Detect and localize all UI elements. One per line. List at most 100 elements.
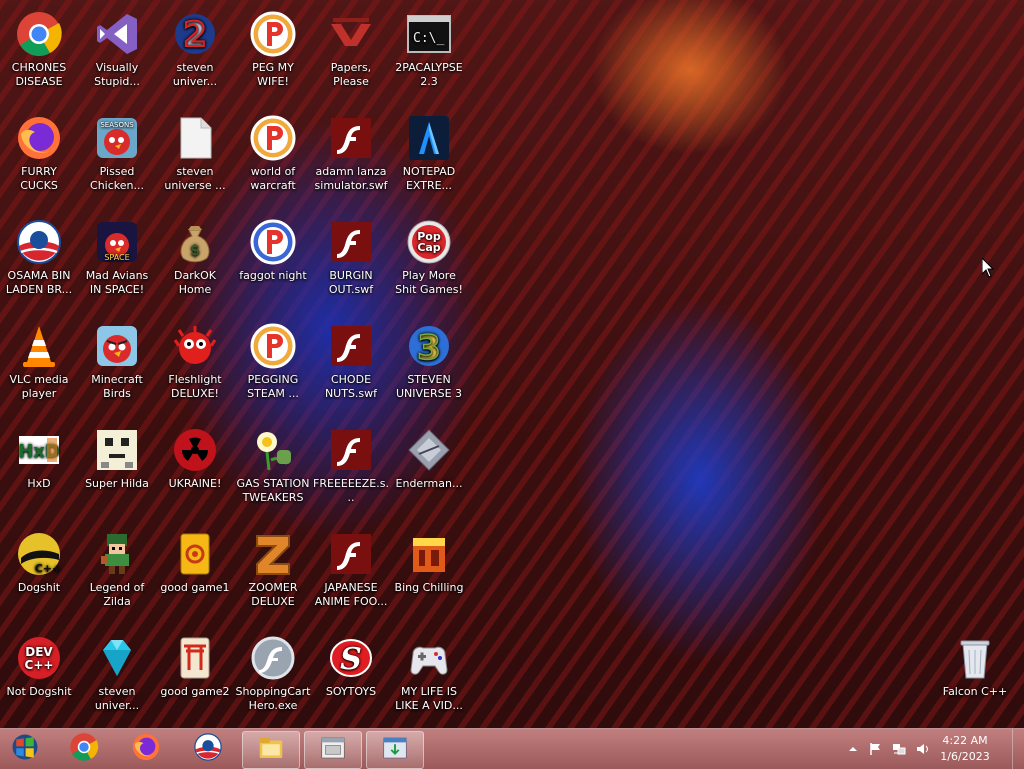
desktop-icon-19[interactable]: VLC media player bbox=[0, 312, 78, 416]
desktop-icon-15[interactable]: $ DarkOK Home bbox=[156, 208, 234, 312]
desktop-icon-label: steven univer... bbox=[172, 61, 218, 88]
money-bag-icon: $ bbox=[171, 218, 219, 266]
desktop-icon-30[interactable]: Enderman... bbox=[390, 416, 468, 520]
desktop-icon-16[interactable]: faggot night bbox=[234, 208, 312, 312]
taskbar-button-5[interactable] bbox=[304, 731, 362, 769]
show-desktop-button[interactable] bbox=[1012, 729, 1024, 769]
desktop[interactable]: CHRONES DISEASE Visually Stupid... 2 steven… bbox=[0, 0, 1024, 728]
desktop-icon-label: Enderman... bbox=[395, 477, 463, 490]
clock-date: 1/6/2023 bbox=[940, 750, 990, 763]
desktop-icon-5[interactable]: Papers, Please bbox=[312, 0, 390, 104]
desktop-icon-label: Minecraft Birds bbox=[91, 373, 143, 400]
popcap-icon: Pop Cap bbox=[405, 218, 453, 266]
desktop-icon-label: CHRONES DISEASE bbox=[11, 61, 67, 88]
desktop-icon-36[interactable]: Bing Chilling bbox=[390, 520, 468, 624]
desktop-icon-31[interactable]: C++ Dogshit bbox=[0, 520, 78, 624]
peggle-nights-icon bbox=[249, 218, 297, 266]
angry-bird-icon bbox=[93, 322, 141, 370]
show-hidden-icons-icon[interactable] bbox=[844, 729, 862, 769]
desktop-icon-8[interactable]: SEASONS Pissed Chicken... bbox=[78, 104, 156, 208]
firefox-icon bbox=[15, 114, 63, 162]
desktop-icon-3[interactable]: 2 steven univer... bbox=[156, 0, 234, 104]
desktop-icon-label: PEGGING STEAM ... bbox=[247, 373, 299, 400]
desktop-icon-24[interactable]: 3 STEVEN UNIVERSE 3 bbox=[390, 312, 468, 416]
desktop-icon-14[interactable]: SPACE Mad Avians IN SPACE! bbox=[78, 208, 156, 312]
desktop-icon-20[interactable]: Minecraft Birds bbox=[78, 312, 156, 416]
dev-cpp-icon: DEV C++ bbox=[15, 634, 63, 682]
desktop-icon-23[interactable]: CHODE NUTS.swf bbox=[312, 312, 390, 416]
flash-icon bbox=[327, 322, 375, 370]
desktop-icon-label: JAPANESE ANIME FOO... bbox=[314, 581, 388, 608]
cpp-icon: C++ bbox=[15, 530, 63, 578]
desktop-icon-1[interactable]: CHRONES DISEASE bbox=[0, 0, 78, 104]
recycle-bin[interactable]: Falcon C++ bbox=[936, 624, 1014, 728]
pixel-dog-icon bbox=[93, 426, 141, 474]
desktop-icon-22[interactable]: PEGGING STEAM ... bbox=[234, 312, 312, 416]
number-2-icon: 2 bbox=[171, 10, 219, 58]
obama-logo-icon bbox=[193, 732, 223, 766]
desktop-icon-37[interactable]: DEV C++ Not Dogshit bbox=[0, 624, 78, 728]
desktop-icon-label: OSAMA BIN LADEN BR... bbox=[5, 269, 73, 296]
desktop-icon-7[interactable]: FURRY CUCKS bbox=[0, 104, 78, 208]
desktop-icon-18[interactable]: Pop Cap Play More Shit Games! bbox=[390, 208, 468, 312]
desktop-icon-12[interactable]: NOTEPAD EXTRE... bbox=[390, 104, 468, 208]
desktop-icon-11[interactable]: adamn lanza simulator.swf bbox=[312, 104, 390, 208]
desktop-icon-2[interactable]: Visually Stupid... bbox=[78, 0, 156, 104]
desktop-icon-label: ZOOMER DELUXE bbox=[248, 581, 298, 608]
desktop-icon-label: steven universe ... bbox=[164, 165, 226, 192]
taskbar-button-6[interactable] bbox=[366, 731, 424, 769]
taskbar-button-3[interactable] bbox=[180, 731, 236, 767]
download-window-icon bbox=[380, 733, 410, 767]
desktop-icon-34[interactable]: ZOOMER DELUXE bbox=[234, 520, 312, 624]
peggle-icon bbox=[249, 10, 297, 58]
desktop-icon-41[interactable]: S SOYTOYS bbox=[312, 624, 390, 728]
mahjong-tile-icon bbox=[171, 530, 219, 578]
desktop-icon-label: faggot night bbox=[239, 269, 307, 282]
desktop-icon-4[interactable]: PEG MY WIFE! bbox=[234, 0, 312, 104]
desktop-icon-25[interactable]: HxD HxD bbox=[0, 416, 78, 520]
desktop-icon-26[interactable]: Super Hilda bbox=[78, 416, 156, 520]
clock[interactable]: 4:22 AM 1/6/2023 bbox=[930, 732, 1000, 766]
flag-icon[interactable] bbox=[866, 729, 884, 769]
desktop-icon-label: Papers, Please bbox=[330, 61, 372, 88]
desktop-icon-label: BURGIN OUT.swf bbox=[328, 269, 374, 296]
svg-text:3: 3 bbox=[417, 328, 441, 368]
desktop-icon-label: adamn lanza simulator.swf bbox=[314, 165, 388, 192]
notepad-extreme-icon bbox=[405, 114, 453, 162]
taskbar-button-2[interactable] bbox=[118, 731, 174, 767]
desktop-icon-27[interactable]: UKRAINE! bbox=[156, 416, 234, 520]
desktop-icon-38[interactable]: steven univer... bbox=[78, 624, 156, 728]
taskbar-button-4[interactable] bbox=[242, 731, 300, 769]
desktop-icon-33[interactable]: good game1 bbox=[156, 520, 234, 624]
desktop-icon-17[interactable]: BURGIN OUT.swf bbox=[312, 208, 390, 312]
diamond-icon bbox=[93, 634, 141, 682]
chrome-icon bbox=[15, 10, 63, 58]
desktop-icon-40[interactable]: ShoppingCart Hero.exe bbox=[234, 624, 312, 728]
pixel-hero-icon bbox=[93, 530, 141, 578]
desktop-icon-10[interactable]: world of warcraft bbox=[234, 104, 312, 208]
desktop-icon-21[interactable]: Fleshlight DELUXE! bbox=[156, 312, 234, 416]
desktop-icon-13[interactable]: OSAMA BIN LADEN BR... bbox=[0, 208, 78, 312]
clock-time: 4:22 AM bbox=[942, 734, 988, 747]
desktop-icon-35[interactable]: JAPANESE ANIME FOO... bbox=[312, 520, 390, 624]
papers-please-icon bbox=[327, 10, 375, 58]
svg-text:DEV: DEV bbox=[25, 645, 53, 659]
network-icon[interactable] bbox=[890, 729, 908, 769]
desktop-icon-29[interactable]: FREEEEEZE.s... bbox=[312, 416, 390, 520]
gamepad-icon bbox=[405, 634, 453, 682]
svg-text:$: $ bbox=[190, 243, 200, 259]
desktop-icon-42[interactable]: MY LIFE IS LIKE A VID... bbox=[390, 624, 468, 728]
desktop-icon-39[interactable]: good game2 bbox=[156, 624, 234, 728]
svg-text:SPACE: SPACE bbox=[104, 253, 129, 262]
svg-text:Cap: Cap bbox=[417, 241, 440, 254]
red-fuzzy-creature-icon bbox=[171, 322, 219, 370]
desktop-icon-9[interactable]: steven universe ... bbox=[156, 104, 234, 208]
desktop-icon-6[interactable]: C:\_ 2PACALYPSE 2.3 bbox=[390, 0, 468, 104]
start-button[interactable] bbox=[2, 731, 48, 767]
radiation-icon bbox=[171, 426, 219, 474]
desktop-icon-label: steven univer... bbox=[94, 685, 140, 712]
taskbar-button-1[interactable] bbox=[56, 731, 112, 767]
desktop-icon-32[interactable]: Legend of Zilda bbox=[78, 520, 156, 624]
desktop-icon-28[interactable]: GAS STATION TWEAKERS bbox=[234, 416, 312, 520]
desktop-icon-label: 2PACALYPSE 2.3 bbox=[395, 61, 463, 88]
